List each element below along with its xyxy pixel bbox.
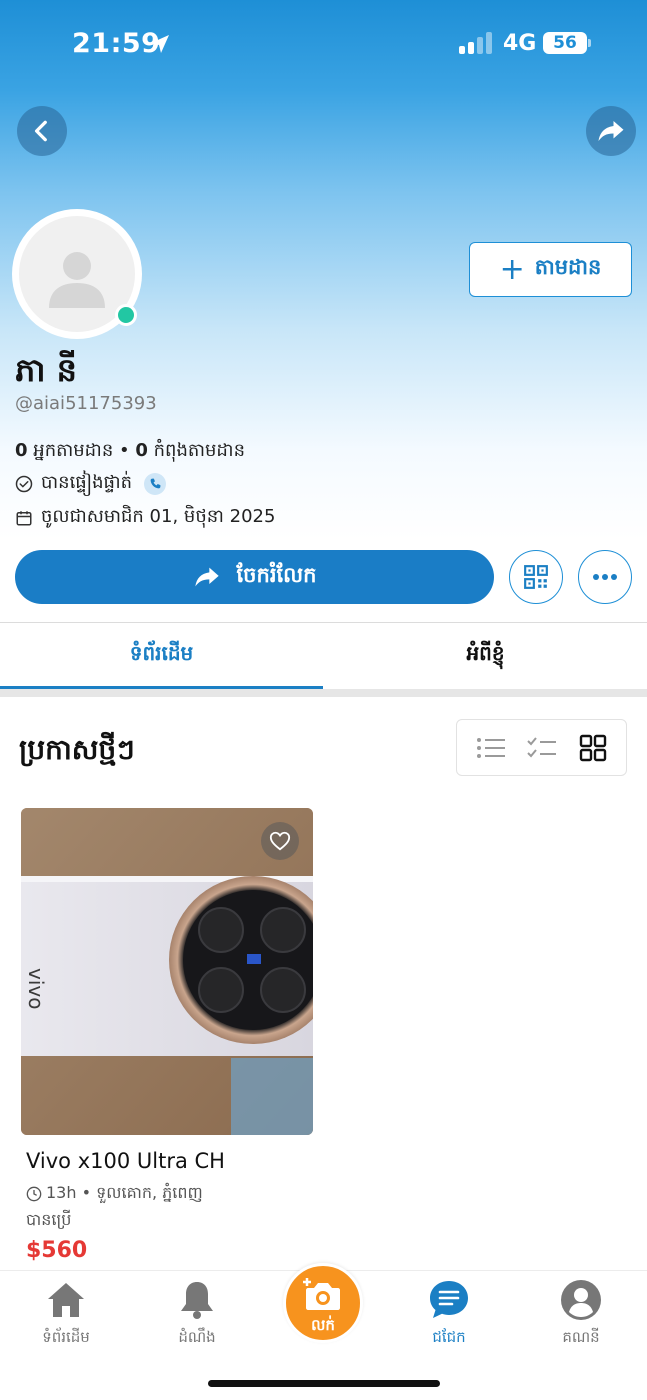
battery-tip <box>588 39 591 47</box>
list-view-icon[interactable] <box>476 736 506 760</box>
profile-name: ភា នី <box>15 351 77 389</box>
grid-view-icon[interactable] <box>579 734 607 762</box>
location-arrow-icon <box>151 35 169 53</box>
online-status-dot <box>115 304 137 326</box>
following-label: កំពុងតាមដាន <box>153 440 245 461</box>
nav-account-label: គណនី <box>562 1328 600 1346</box>
verified-row: បានផ្ទៀងផ្ទាត់ <box>15 470 167 497</box>
follow-label: តាមដាន <box>534 255 602 279</box>
verified-label: បានផ្ទៀងផ្ទាត់ <box>41 472 133 493</box>
followers-count: 0 <box>15 440 28 461</box>
signal-icon <box>459 32 495 54</box>
share-profile-button[interactable]: ចែករំលែក <box>15 550 494 604</box>
nav-notifications[interactable]: ដំណឹង <box>147 1278 247 1350</box>
sell-button[interactable]: លក់ <box>283 1263 363 1343</box>
joined-label: ចូលជាសមាជិក 01, មិថុនា 2025 <box>41 506 276 527</box>
view-mode-toggle <box>456 719 627 776</box>
divider <box>0 622 647 623</box>
nav-chat-label: ជជែក <box>432 1328 466 1346</box>
follow-stats[interactable]: 0 អ្នកតាមដាន • 0 កំពុងតាមដាន <box>15 438 245 465</box>
listing-title[interactable]: Vivo x100 Ultra CH <box>26 1149 225 1173</box>
share-label: ចែករំលែក <box>236 562 317 587</box>
home-indicator <box>208 1380 440 1387</box>
nav-notifications-label: ដំណឹង <box>178 1328 216 1346</box>
network-type: 4G <box>503 31 537 56</box>
tab-home[interactable]: ទំព័រដើម <box>0 640 323 670</box>
plus-icon: + <box>499 251 525 287</box>
nav-home-label: ទំព័រដើម <box>42 1328 90 1346</box>
battery-icon: 56 <box>543 32 587 54</box>
chevron-left-icon <box>34 120 47 142</box>
share-arrow-icon <box>194 567 219 587</box>
tab-about[interactable]: អំពីខ្ញុំ <box>324 640 647 670</box>
nav-chat[interactable]: ជជែក <box>399 1278 499 1350</box>
clock-icon <box>26 1186 42 1202</box>
home-icon <box>48 1283 84 1317</box>
ellipsis-icon <box>593 574 617 580</box>
vivo-logo-text: vivo <box>24 968 48 1009</box>
qr-code-icon <box>524 565 548 589</box>
listing-price: $560 <box>26 1238 88 1263</box>
share-top-button[interactable] <box>586 106 636 156</box>
checklist-view-icon[interactable] <box>527 736 557 760</box>
sell-label: លក់ <box>311 1316 335 1334</box>
favorite-button[interactable] <box>261 822 299 860</box>
stats-separator: • <box>118 440 136 461</box>
listing-meta: 13h • ទួលគោក, ភ្នំពេញ <box>26 1182 203 1206</box>
heart-icon <box>269 831 291 851</box>
bell-icon <box>181 1282 213 1319</box>
phone-verified-icon <box>144 472 167 495</box>
joined-row: ចូលជាសមាជិក 01, មិថុនា 2025 <box>15 504 275 531</box>
account-icon <box>561 1280 601 1320</box>
calendar-icon <box>16 510 32 525</box>
section-separator <box>0 689 647 697</box>
more-options-button[interactable] <box>578 550 632 604</box>
nav-home[interactable]: ទំព័រដើម <box>16 1278 116 1350</box>
check-circle-icon <box>15 475 33 492</box>
profile-handle: @aiai51175393 <box>15 393 157 414</box>
add-photo-camera-icon <box>303 1278 340 1310</box>
follow-button[interactable]: + តាមដាន <box>469 242 632 297</box>
nav-account[interactable]: គណនី <box>531 1278 631 1350</box>
chat-bubble-icon <box>430 1281 468 1318</box>
avatar[interactable] <box>12 209 142 339</box>
listing-meta-text: 13h • ទួលគោក, ភ្នំពេញ <box>46 1183 203 1202</box>
listing-condition: បានប្រើ <box>26 1210 72 1229</box>
followers-label: អ្នកតាមដាន <box>33 440 114 461</box>
recent-posts-title: ប្រកាសថ្មីៗ <box>19 733 135 766</box>
qr-code-button[interactable] <box>509 550 563 604</box>
following-count: 0 <box>135 440 148 461</box>
back-button[interactable] <box>17 106 67 156</box>
share-arrow-icon <box>598 121 624 141</box>
